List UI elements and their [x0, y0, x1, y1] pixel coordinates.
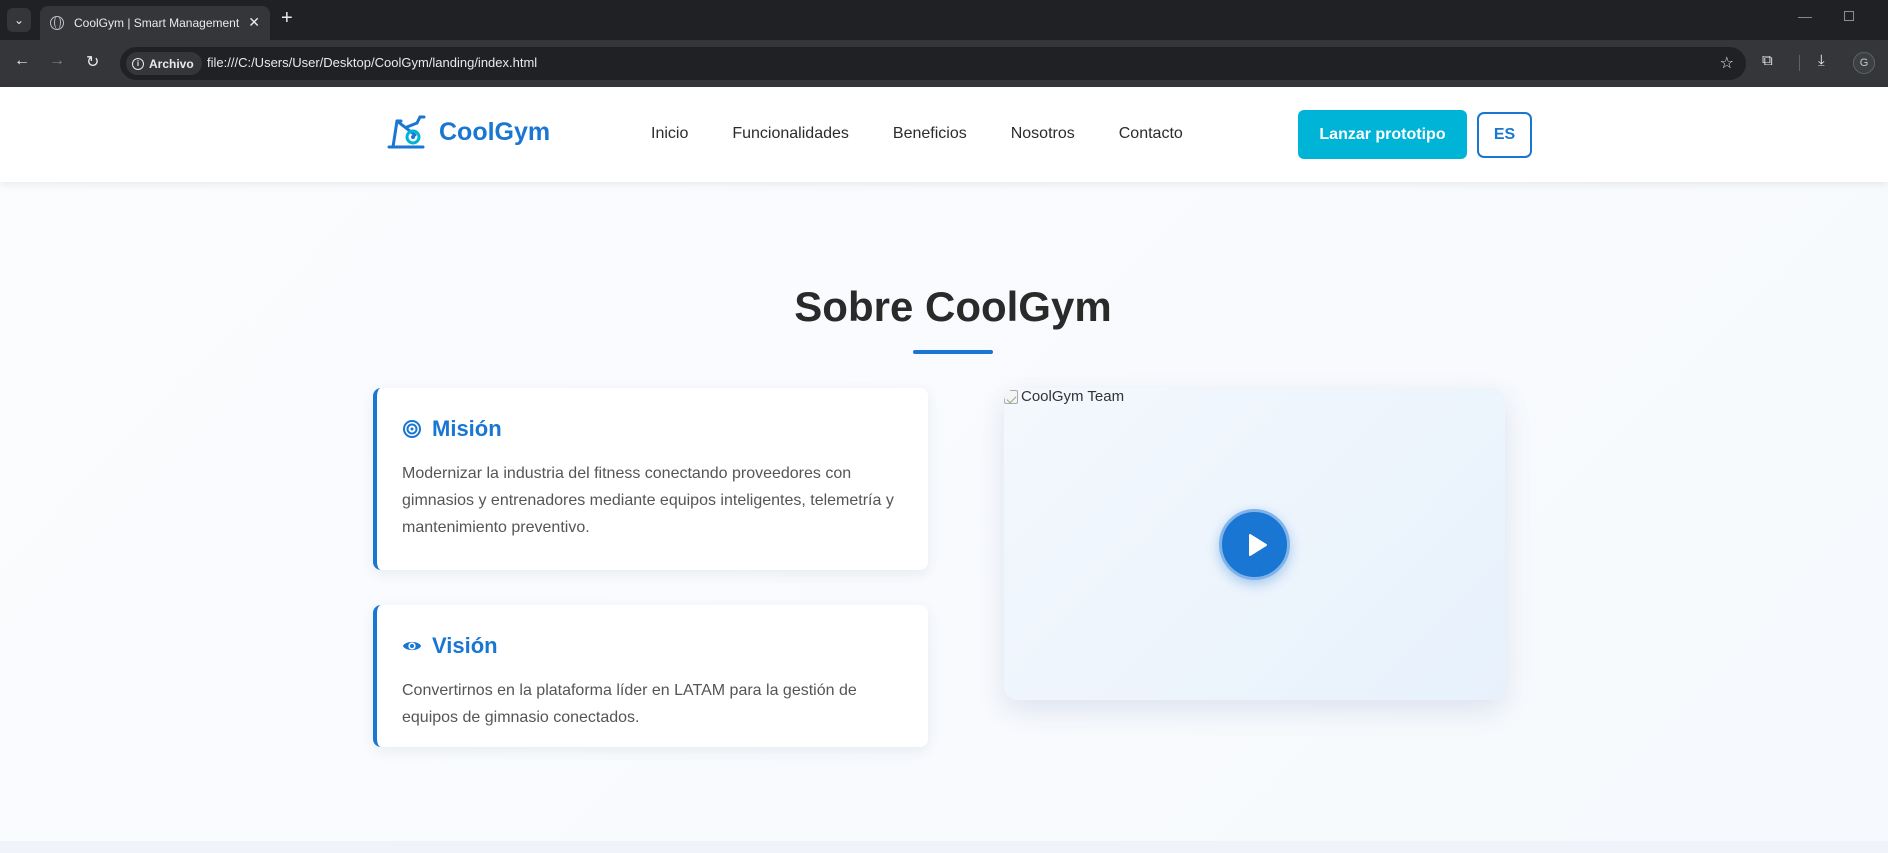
browser-tabstrip: ⌄ CoolGym | Smart Management ✕ + —	[0, 0, 1888, 40]
team-image: CoolGym Team	[1004, 388, 1124, 405]
browser-tab[interactable]: CoolGym | Smart Management ✕	[40, 6, 270, 40]
main-nav: Inicio Funcionalidades Beneficios Nosotr…	[651, 125, 1227, 143]
new-tab-button[interactable]: +	[281, 7, 293, 30]
url-text[interactable]: file:///C:/Users/User/Desktop/CoolGym/la…	[207, 55, 537, 70]
tab-search-button[interactable]: ⌄	[7, 8, 31, 32]
page-viewport: CoolGym Inicio Funcionalidades Beneficio…	[0, 87, 1888, 853]
address-bar[interactable]: i Archivo file:///C:/Users/User/Desktop/…	[120, 47, 1746, 80]
target-icon	[403, 420, 421, 438]
nav-link-funcionalidades[interactable]: Funcionalidades	[732, 125, 849, 143]
nav-link-inicio[interactable]: Inicio	[651, 125, 688, 143]
brand-name: CoolGym	[439, 117, 551, 146]
play-video-button[interactable]	[1219, 509, 1290, 580]
title-underline	[913, 350, 993, 354]
bookmark-star-icon[interactable]: ☆	[1720, 53, 1734, 73]
mission-card: Misión Modernizar la industria del fitne…	[373, 388, 928, 570]
download-icon[interactable]: ⤓	[1818, 52, 1825, 69]
site-header: CoolGym Inicio Funcionalidades Beneficio…	[0, 87, 1888, 182]
browser-toolbar: ← → ↻ i Archivo file:///C:/Users/User/De…	[0, 40, 1888, 87]
exercise-bike-icon	[387, 115, 426, 149]
tab-title: CoolGym | Smart Management	[74, 16, 240, 30]
site-info-label: Archivo	[149, 56, 194, 71]
nav-link-beneficios[interactable]: Beneficios	[893, 125, 967, 143]
extensions-icon[interactable]: ⧉	[1762, 52, 1773, 69]
minimize-button[interactable]: —	[1798, 8, 1812, 24]
section-title: Sobre CoolGym	[794, 283, 1112, 330]
next-section-edge	[0, 841, 1888, 853]
vision-title: Visión	[432, 633, 498, 658]
nav-link-contacto[interactable]: Contacto	[1119, 125, 1183, 143]
play-icon	[1248, 533, 1267, 556]
reload-button[interactable]: ↻	[86, 52, 99, 72]
team-video-card[interactable]: CoolGym Team	[1004, 388, 1505, 700]
toolbar-divider	[1799, 55, 1800, 71]
mission-title: Misión	[432, 416, 502, 441]
profile-avatar[interactable]: G	[1853, 52, 1875, 74]
forward-button[interactable]: →	[49, 52, 65, 70]
back-button[interactable]: ←	[14, 52, 30, 70]
eye-icon	[402, 641, 422, 651]
mission-text: Modernizar la industria del fitness cone…	[402, 465, 894, 536]
broken-image-icon	[1004, 389, 1018, 404]
launch-prototype-button[interactable]: Lanzar prototipo	[1298, 110, 1467, 159]
close-tab-icon[interactable]: ✕	[248, 14, 260, 31]
vision-card: Visión Convertirnos en la plataforma líd…	[373, 605, 928, 747]
language-toggle-button[interactable]: ES	[1477, 112, 1532, 158]
nav-link-nosotros[interactable]: Nosotros	[1011, 125, 1075, 143]
info-icon: i	[132, 57, 144, 70]
globe-icon	[50, 16, 64, 30]
restore-button[interactable]	[1844, 11, 1854, 21]
vision-text: Convertirnos en la plataforma líder en L…	[402, 682, 857, 726]
team-image-alt-text: CoolGym Team	[1021, 388, 1125, 405]
site-info-chip[interactable]: i Archivo	[126, 52, 202, 75]
brand-logo[interactable]: CoolGym	[385, 113, 550, 151]
